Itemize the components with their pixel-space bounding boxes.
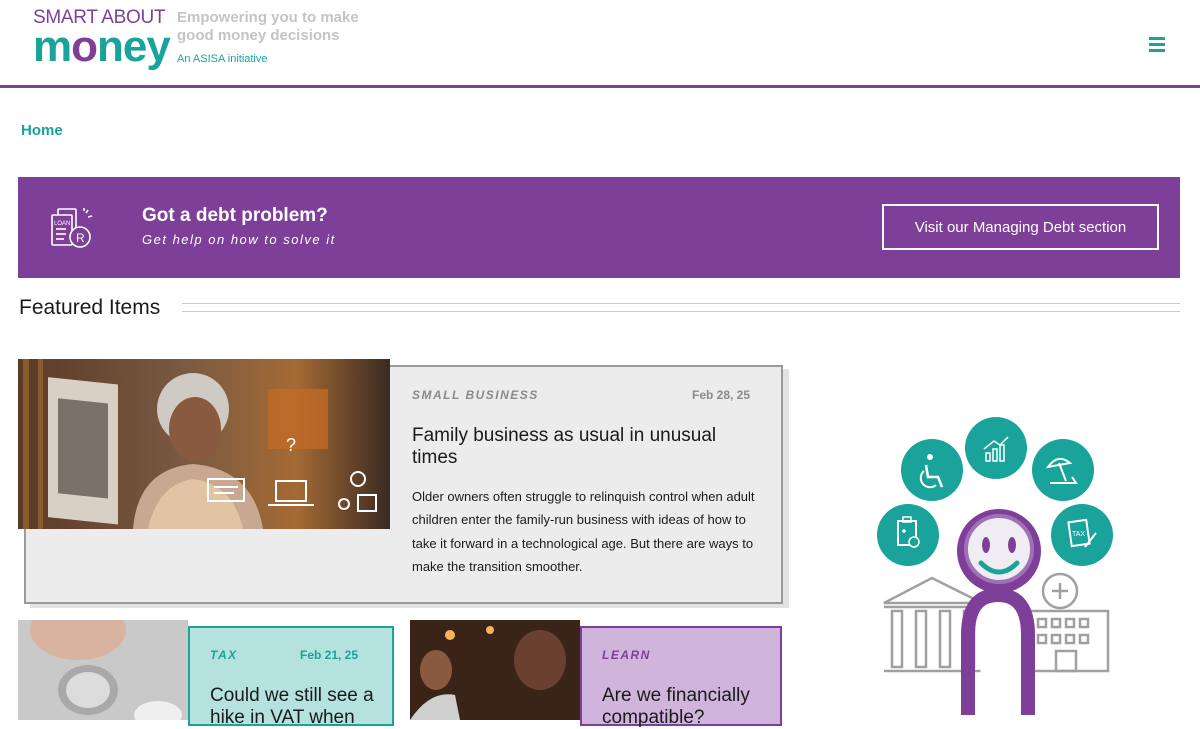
card-image-artist[interactable]: ? <box>18 359 390 529</box>
banner-subtitle: Get help on how to solve it <box>142 232 336 247</box>
svg-text:?: ? <box>286 435 296 455</box>
hospital-building-icon <box>1026 572 1110 673</box>
beach-umbrella-icon <box>1032 439 1094 501</box>
card-date: Feb 28, 25 <box>692 388 751 402</box>
site-header: SMART ABOUT money Empowering you to make… <box>0 0 1200 88</box>
accessibility-icon <box>901 439 963 501</box>
section-divider <box>182 303 1180 312</box>
clipboard-icon <box>877 504 939 566</box>
card-tax-panel: TAX Feb 21, 25 Could we still see a hike… <box>188 626 394 729</box>
card-title[interactable]: Are we financially compatible? <box>602 685 772 729</box>
logo-wordmark: money <box>33 22 171 71</box>
card-image-coins[interactable] <box>18 620 188 720</box>
featured-card-tax[interactable]: TAX Feb 21, 25 Could we still see a hike… <box>18 620 394 729</box>
loan-document-icon: LOAN R <box>51 208 93 248</box>
managing-debt-button[interactable]: Visit our Managing Debt section <box>882 204 1159 250</box>
svg-text:R: R <box>76 231 85 245</box>
tax-document-icon: TAX <box>1051 504 1113 566</box>
menu-icon[interactable] <box>1146 34 1168 52</box>
featured-card-learn[interactable]: LEARN Are we financially compatible? <box>410 620 782 729</box>
svg-text:TAX: TAX <box>1072 531 1085 538</box>
card-learn-panel: LEARN Are we financially compatible? <box>580 626 782 729</box>
card-excerpt: Older owners often struggle to relinquis… <box>412 489 755 574</box>
card-image-couple[interactable] <box>410 620 580 720</box>
debt-banner: LOAN R Got a debt problem? Get help on h… <box>18 177 1180 278</box>
site-tagline: Empowering you to make good money decisi… <box>177 9 359 44</box>
site-logo[interactable]: SMART ABOUT money <box>33 7 171 71</box>
initiative-text: An ASISA initiative <box>177 53 268 65</box>
featured-heading: Featured Items <box>19 296 161 319</box>
smart-money-illustration: TAX <box>877 417 1113 715</box>
smiley-person-icon <box>957 509 1041 715</box>
card-title[interactable]: Family business as usual in unusual time… <box>412 425 752 469</box>
card-date: Feb 21, 25 <box>300 648 359 662</box>
card-category[interactable]: TAX <box>210 648 238 662</box>
card-title[interactable]: Could we still see a hike in VAT when <box>210 685 385 729</box>
growth-chart-icon <box>965 417 1027 479</box>
logo-letter-m: m <box>33 22 72 71</box>
card-category[interactable]: LEARN <box>602 648 651 662</box>
breadcrumb-home[interactable]: Home <box>21 122 63 139</box>
banner-title: Got a debt problem? <box>142 205 328 226</box>
svg-text:LOAN: LOAN <box>54 221 70 227</box>
logo-letter-o: o <box>71 22 98 71</box>
logo-letters-rest: ney <box>97 22 171 71</box>
card-category[interactable]: SMALL BUSINESS <box>412 388 539 402</box>
